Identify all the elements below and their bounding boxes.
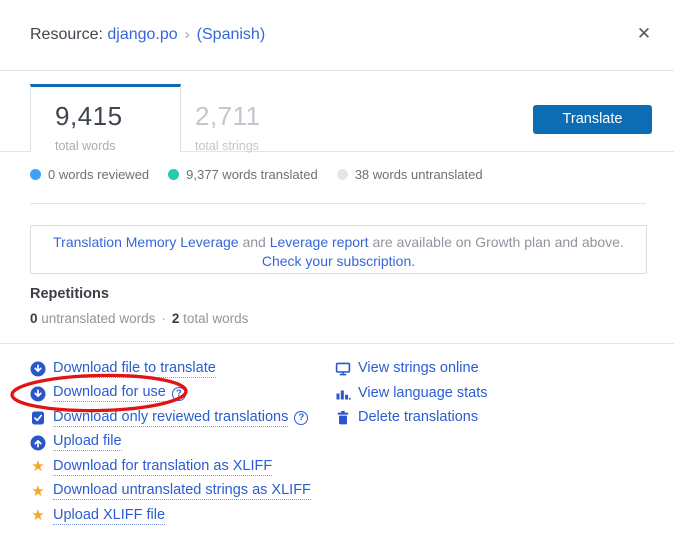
tm-leverage-link[interactable]: Translation Memory Leverage xyxy=(53,234,238,250)
action-label[interactable]: Delete translations xyxy=(358,410,478,426)
link-download-untranslated-strings-as-xliff[interactable]: ★ Download untranslated strings as XLIFF xyxy=(30,480,311,505)
translate-button[interactable]: Translate xyxy=(533,105,652,134)
trash-icon xyxy=(335,410,351,426)
link-download-file-to-translate[interactable]: Download file to translate xyxy=(30,357,311,382)
notice-text: and xyxy=(239,234,270,250)
translated-dot-icon xyxy=(168,169,179,180)
legend-item-reviewed: 0 words reviewed xyxy=(30,167,149,182)
link-upload-file[interactable]: Upload file xyxy=(30,431,311,456)
plan-notice-line1: Translation Memory Leverage and Leverage… xyxy=(31,233,646,252)
resource-name-link[interactable]: django.po xyxy=(107,26,177,43)
star-icon: ★ xyxy=(30,508,46,524)
upload-circle-icon xyxy=(30,435,46,451)
view-actions-column: View strings online View language stats … xyxy=(335,357,488,431)
untranslated-words-count: 0 xyxy=(30,311,38,326)
header-divider xyxy=(0,70,674,71)
total-strings-caption: total strings xyxy=(195,139,261,153)
action-label[interactable]: Download for translation as XLIFF xyxy=(53,459,272,476)
download-circle-icon xyxy=(30,361,46,377)
leverage-report-link[interactable]: Leverage report xyxy=(270,234,369,250)
legend-label: 0 words reviewed xyxy=(48,167,149,182)
file-actions-column: Download file to translate Download for … xyxy=(30,357,311,529)
close-icon[interactable]: ✕ xyxy=(634,24,654,44)
actions-divider xyxy=(0,343,674,344)
action-label[interactable]: View language stats xyxy=(358,386,488,402)
untranslated-words-label: untranslated words xyxy=(38,311,156,326)
link-delete-translations[interactable]: Delete translations xyxy=(335,406,488,431)
repetitions-title: Repetitions xyxy=(30,286,109,302)
star-icon: ★ xyxy=(30,484,46,500)
action-label[interactable]: View strings online xyxy=(358,361,479,377)
total-words-value: 9,415 xyxy=(55,101,180,132)
plan-notice-box: Translation Memory Leverage and Leverage… xyxy=(30,225,647,274)
doc-check-icon xyxy=(30,410,46,426)
language-link[interactable]: (Spanish) xyxy=(197,26,265,43)
link-download-only-reviewed-translations[interactable]: Download only reviewed translations ? xyxy=(30,406,311,431)
legend-item-untranslated: 38 words untranslated xyxy=(337,167,483,182)
link-view-language-stats[interactable]: View language stats xyxy=(335,382,488,407)
action-label[interactable]: Download file to translate xyxy=(53,361,216,378)
link-download-for-translation-as-xliff[interactable]: ★ Download for translation as XLIFF xyxy=(30,455,311,480)
resource-details-modal: Resource: django.po › (Spanish) ✕ 9,415 to… xyxy=(0,0,674,536)
legend-label: 9,377 words translated xyxy=(186,167,318,182)
notice-text: are available on Growth plan and above. xyxy=(369,234,624,250)
action-label[interactable]: Upload XLIFF file xyxy=(53,508,165,525)
plan-notice-line2: Check your subscription. xyxy=(31,252,646,271)
legend-item-translated: 9,377 words translated xyxy=(168,167,318,182)
words-status-legend: 0 words reviewed 9,377 words translated … xyxy=(30,167,483,182)
check-subscription-link[interactable]: Check your subscription. xyxy=(262,253,415,269)
action-label[interactable]: Download for use xyxy=(53,385,166,402)
link-upload-xliff-file[interactable]: ★ Upload XLIFF file xyxy=(30,504,311,529)
total-words-label: total words xyxy=(179,311,248,326)
tab-total-strings[interactable]: 2,711 total strings xyxy=(195,101,261,153)
legend-label: 38 words untranslated xyxy=(355,167,483,182)
breadcrumb-chevron-icon: › xyxy=(185,26,190,43)
monitor-icon xyxy=(335,361,351,377)
bar-chart-icon xyxy=(335,386,351,402)
repetitions-stats: 0 untranslated words·2 total words xyxy=(30,311,248,326)
legend-divider xyxy=(30,203,646,204)
modal-title: Resource: django.po › (Spanish) xyxy=(30,26,265,44)
reviewed-dot-icon xyxy=(30,169,41,180)
stats-separator: · xyxy=(161,311,166,326)
help-icon[interactable]: ? xyxy=(294,411,308,425)
action-label[interactable]: Upload file xyxy=(53,434,122,451)
resource-label: Resource: xyxy=(30,26,107,43)
untranslated-dot-icon xyxy=(337,169,348,180)
link-download-for-use[interactable]: Download for use ? xyxy=(30,382,311,407)
total-words-caption: total words xyxy=(55,139,180,153)
action-label[interactable]: Download only reviewed translations xyxy=(53,410,288,427)
total-strings-value: 2,711 xyxy=(195,101,261,132)
star-icon: ★ xyxy=(30,459,46,475)
link-view-strings-online[interactable]: View strings online xyxy=(335,357,488,382)
help-icon[interactable]: ? xyxy=(172,387,186,401)
download-circle-icon xyxy=(30,386,46,402)
tab-total-words[interactable]: 9,415 total words xyxy=(30,84,181,152)
action-label[interactable]: Download untranslated strings as XLIFF xyxy=(53,483,311,500)
